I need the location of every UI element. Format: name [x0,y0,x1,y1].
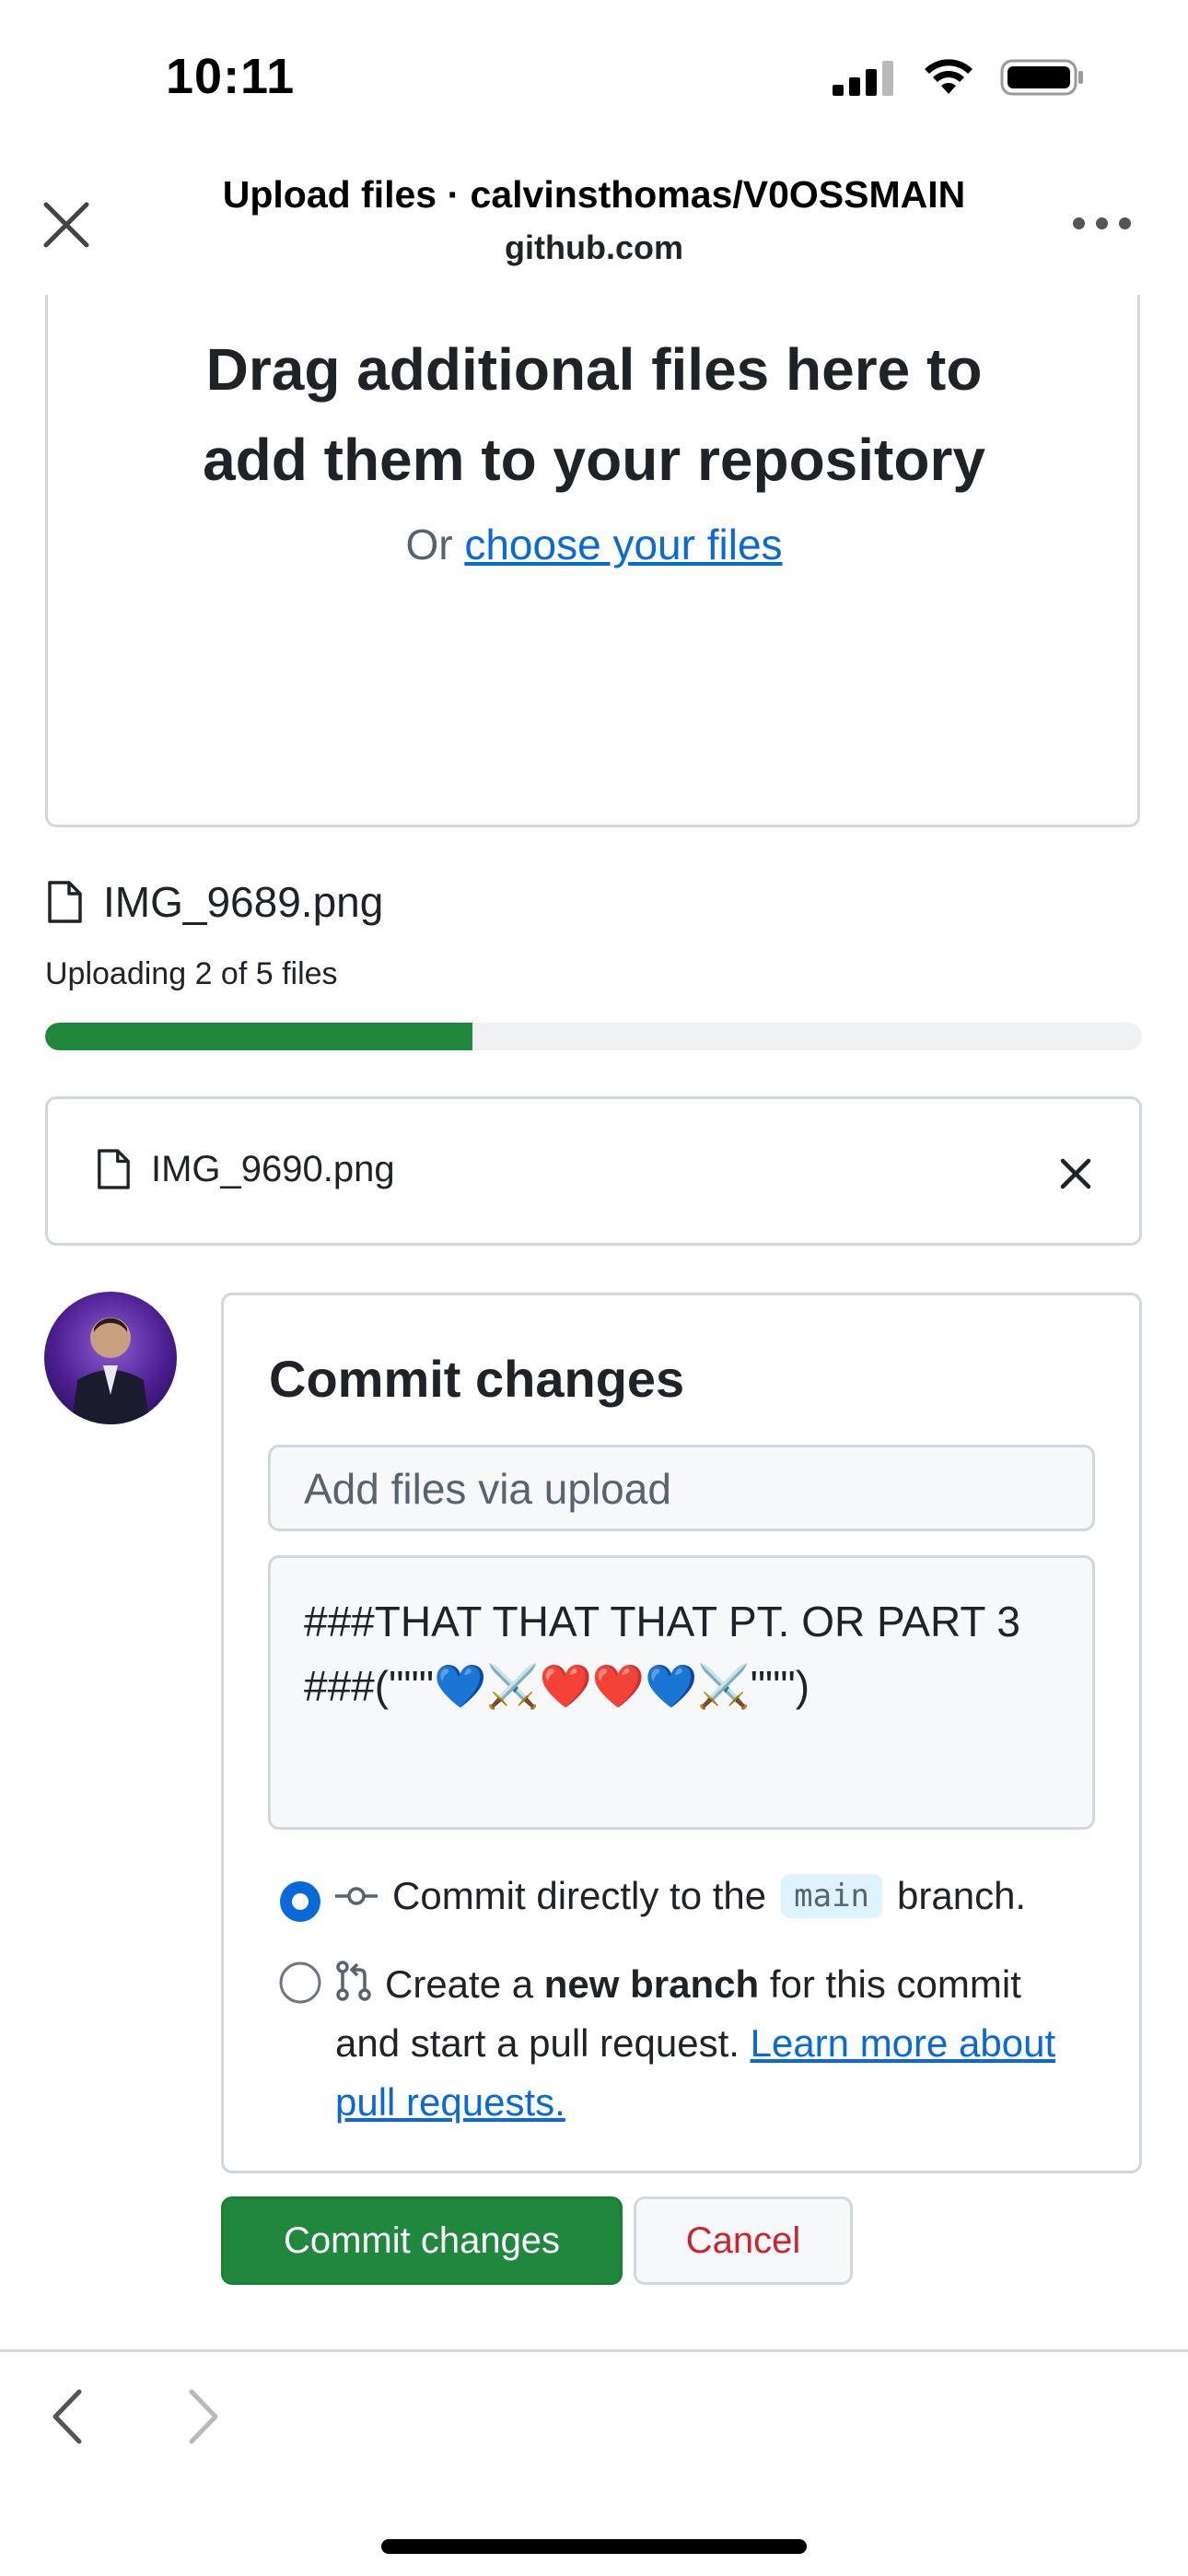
radio-commit-direct[interactable] [278,1879,322,1924]
upload-progress-fill [45,1023,473,1050]
dropzone-heading: Drag additional files here to add them t… [0,324,1188,505]
upload-progress-bar [45,1023,1142,1050]
wifi-icon [925,59,973,94]
radio-new-branch[interactable] [278,1961,322,2005]
commit-changes-button[interactable]: Commit changes [221,2196,623,2285]
remove-file-icon[interactable] [1057,1155,1094,1192]
commit-summary-input[interactable]: Add files via upload [268,1445,1095,1531]
upload-status: Uploading 2 of 5 files [45,956,338,991]
git-commit-icon [335,1887,378,1905]
dropzone-heading-line2: add them to your repository [203,427,985,493]
file-icon [48,881,82,923]
file-icon [98,1149,130,1189]
status-icons [833,57,1085,98]
dropzone-heading-line1: Drag additional files here to [205,336,983,403]
uploading-file: IMG_9689.png [46,877,383,927]
more-icon[interactable] [1073,217,1131,229]
home-indicator [381,2539,807,2554]
queued-file: IMG_9690.png [96,1148,395,1190]
page-domain: github.com [505,228,683,266]
forward-icon[interactable] [181,2384,227,2449]
avatar-photo [72,1317,149,1424]
option-direct-prefix: Commit directly to the [392,1874,767,1917]
uploading-file-name: IMG_9689.png [103,878,384,926]
branch-name-badge: main [781,1874,883,1918]
git-pull-request-icon [336,1961,371,2001]
battery-icon [1000,59,1083,96]
status-time: 10:11 [166,49,296,104]
cellular-signal-icon [833,61,893,96]
option-new-branch[interactable]: Create a new branch for this commit and … [335,1955,1090,2132]
commit-description-textarea[interactable]: ###THAT THAT THAT PT. OR PART 3 ###("""💙… [268,1555,1095,1830]
option-commit-direct[interactable]: Commit directly to the main branch. [335,1874,1026,1918]
avatar [44,1292,177,1424]
or-text: Or [405,521,453,568]
page-title: Upload files · calvinsthomas/V0OSSMAIN [222,173,966,216]
option-direct-suffix: branch. [897,1874,1027,1917]
queued-file-name: IMG_9690.png [151,1148,395,1189]
cancel-button[interactable]: Cancel [634,2196,853,2285]
commit-heading: Commit changes [269,1350,685,1408]
back-icon[interactable] [44,2384,90,2449]
option-new-bold: new branch [543,1962,760,2006]
choose-files-link[interactable]: choose your files [464,521,782,568]
option-new-prefix: Create a [385,1962,534,2006]
dropzone-or-row: Or choose your files [0,520,1188,569]
bottom-bar-divider [0,2349,1188,2352]
